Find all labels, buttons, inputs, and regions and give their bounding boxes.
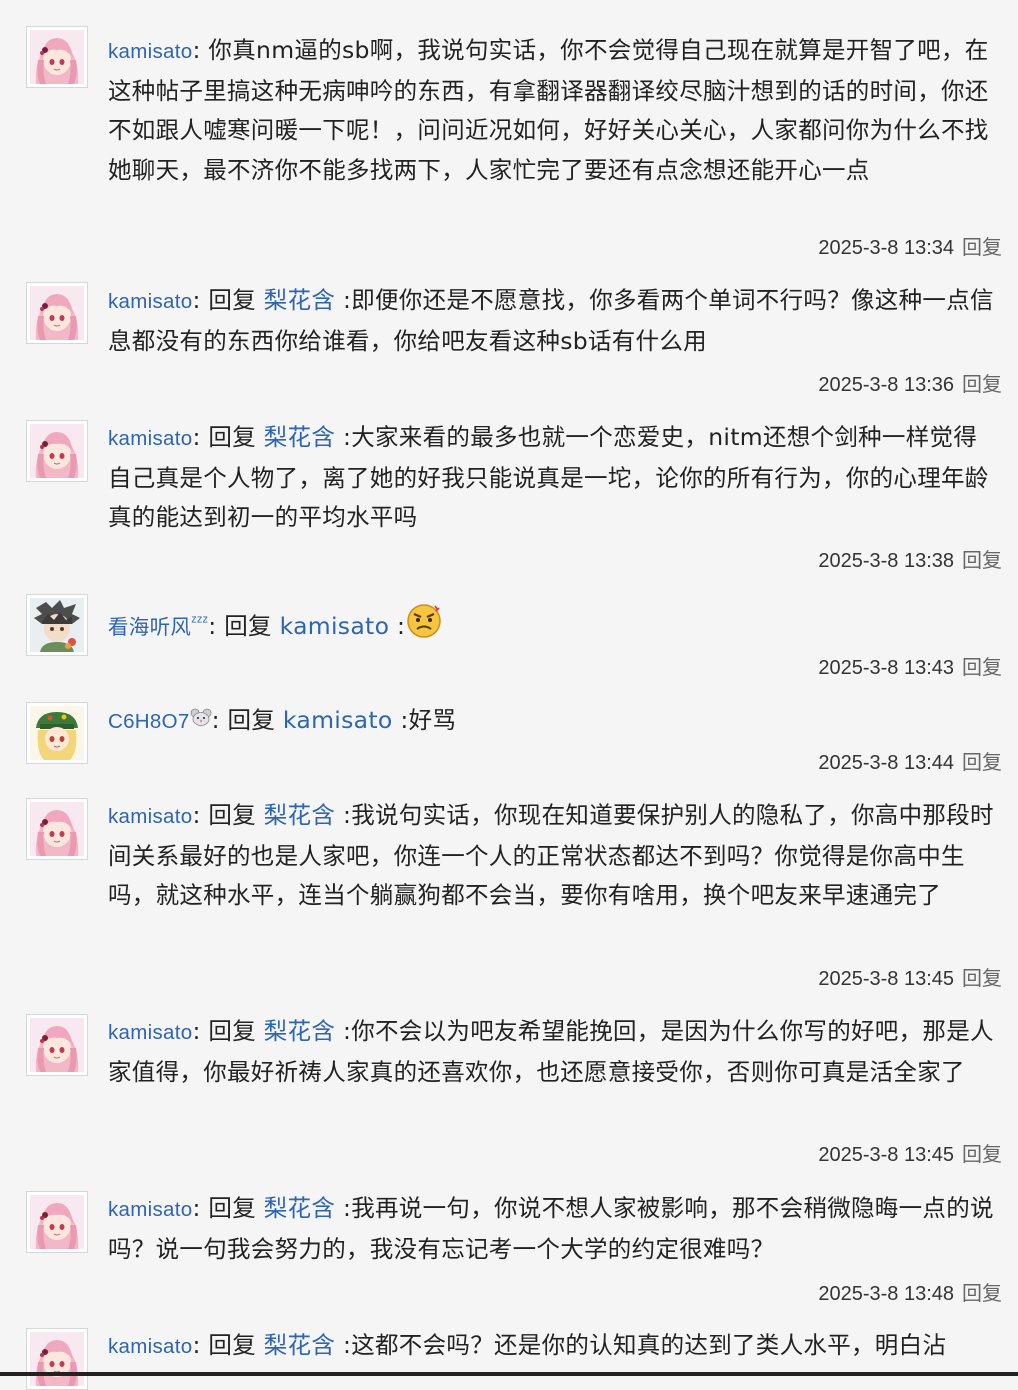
- separator: :: [211, 706, 220, 734]
- avatar-image: [30, 706, 84, 760]
- comment-time: 2025-3-8 13:36: [818, 374, 954, 396]
- comment-body: kamisato: 回复 梨花含 :你不会以为吧友希望能挽回，是因为什么你写的好…: [108, 1012, 994, 1092]
- username-text: 看海听风: [108, 616, 192, 639]
- avatar-image: [30, 598, 84, 652]
- username-link[interactable]: C6H8O7: [108, 708, 212, 733]
- reply-prefix: 回复: [200, 1194, 264, 1222]
- comment-body: kamisato: 回复 梨花含 :我说句实话，你现在知道要保护别人的隐私了，你…: [108, 796, 994, 916]
- reply-target-link[interactable]: 梨花含: [264, 1331, 335, 1359]
- reply-button[interactable]: 回复: [962, 374, 1002, 396]
- reply-button[interactable]: 回复: [962, 1283, 1002, 1305]
- reply-target-link[interactable]: 梨花含: [264, 1017, 335, 1045]
- reply-prefix: 回复: [200, 423, 264, 451]
- comment-body: 看海听风ᶻᶻᶻ: 回复 kamisato :: [108, 602, 994, 653]
- comment-meta: 2025-3-8 13:36 回复: [818, 368, 1002, 397]
- username-link[interactable]: kamisato: [108, 805, 192, 828]
- comment-time: 2025-3-8 13:48: [818, 1283, 954, 1305]
- reply-button[interactable]: 回复: [962, 550, 1002, 572]
- avatar-image: [30, 424, 84, 478]
- comment-body: C6H8O7: 回复 kamisato :好骂: [108, 700, 994, 742]
- comment-text: 你真nm逼的sb啊，我说句实话，你不会觉得自己现在就算是开智了吧，在这种帖子里搞…: [108, 36, 989, 184]
- reply-target-link[interactable]: 梨花含: [264, 801, 335, 829]
- reply-button[interactable]: 回复: [962, 1144, 1002, 1166]
- comment-meta: 2025-3-8 13:45 回复: [818, 962, 1002, 991]
- avatar-image: [30, 1332, 84, 1386]
- separator: :: [192, 1194, 201, 1222]
- separator: :: [192, 36, 201, 64]
- comment-meta: 2025-3-8 13:45 回复: [818, 1138, 1002, 1167]
- comment-meta: 2025-3-8 13:48 回复: [818, 1277, 1002, 1306]
- reply-prefix: 回复: [216, 612, 280, 640]
- comment-text: :这都不会吗？还是你的认知真的达到了类人水平，明白沾: [335, 1331, 947, 1359]
- reply-button[interactable]: 回复: [962, 657, 1002, 679]
- comment-time: 2025-3-8 13:43: [818, 657, 954, 679]
- username-link[interactable]: kamisato: [108, 290, 192, 313]
- comment-body: kamisato: 回复 梨花含 :我再说一句，你说不想人家被影响，那不会稍微隐…: [108, 1189, 994, 1269]
- avatar[interactable]: [26, 26, 88, 88]
- reply-button[interactable]: 回复: [962, 237, 1002, 259]
- avatar[interactable]: [26, 1191, 88, 1253]
- reply-prefix: 回复: [219, 706, 283, 734]
- reply-target-link[interactable]: 梨花含: [264, 286, 335, 314]
- avatar-image: [30, 802, 84, 856]
- reply-prefix: 回复: [200, 286, 264, 314]
- separator: :: [192, 286, 201, 314]
- comment-body: kamisato: 回复 梨花含 :即便你还是不愿意找，你多看两个单词不行吗？像…: [108, 281, 994, 361]
- avatar-image: [30, 286, 84, 340]
- avatar[interactable]: [26, 702, 88, 764]
- comment-body: kamisato: 回复 梨花含 :这都不会吗？还是你的认知真的达到了类人水平，…: [108, 1326, 994, 1367]
- bottom-border: [0, 1372, 1018, 1376]
- mouse-emoji-icon: [190, 700, 212, 740]
- comment-meta: 2025-3-8 13:44 回复: [818, 746, 1002, 775]
- avatar[interactable]: [26, 594, 88, 656]
- reply-prefix: 回复: [200, 1017, 264, 1045]
- comment-body: kamisato: 你真nm逼的sb啊，我说句实话，你不会觉得自己现在就算是开智…: [108, 31, 994, 190]
- avatar[interactable]: [26, 1328, 88, 1390]
- angry-face-emoji-icon: [405, 602, 443, 653]
- avatar[interactable]: [26, 420, 88, 482]
- comment-meta: 2025-3-8 13:34 回复: [818, 231, 1002, 260]
- username-text: C6H8O7: [108, 710, 190, 733]
- reply-target-link[interactable]: kamisato: [280, 612, 390, 640]
- username-link[interactable]: kamisato: [108, 1335, 192, 1358]
- avatar[interactable]: [26, 282, 88, 344]
- separator: :: [192, 1017, 201, 1045]
- comment-meta: 2025-3-8 13:43 回复: [818, 651, 1002, 680]
- comment-body: kamisato: 回复 梨花含 :大家来看的最多也就一个恋爱史，nitm还想个…: [108, 418, 994, 538]
- username-decoration: ᶻᶻᶻ: [191, 613, 209, 630]
- comment-text: :: [389, 612, 406, 640]
- separator: :: [192, 1331, 201, 1359]
- comment-time: 2025-3-8 13:45: [818, 1144, 954, 1166]
- username-link[interactable]: kamisato: [108, 427, 192, 450]
- avatar[interactable]: [26, 1014, 88, 1076]
- avatar-image: [30, 1195, 84, 1249]
- username-link[interactable]: kamisato: [108, 1021, 192, 1044]
- username-link[interactable]: kamisato: [108, 40, 192, 63]
- reply-button[interactable]: 回复: [962, 752, 1002, 774]
- reply-target-link[interactable]: 梨花含: [264, 423, 335, 451]
- username-link[interactable]: 看海听风ᶻᶻᶻ: [108, 613, 209, 639]
- reply-target-link[interactable]: 梨花含: [264, 1194, 335, 1222]
- separator: :: [192, 423, 201, 451]
- comment-time: 2025-3-8 13:44: [818, 752, 954, 774]
- comment-time: 2025-3-8 13:34: [818, 237, 954, 259]
- comment-meta: 2025-3-8 13:38 回复: [818, 544, 1002, 573]
- avatar-image: [30, 1018, 84, 1072]
- comment-time: 2025-3-8 13:38: [818, 550, 954, 572]
- avatar[interactable]: [26, 798, 88, 860]
- reply-target-link[interactable]: kamisato: [283, 706, 393, 734]
- reply-prefix: 回复: [200, 801, 264, 829]
- separator: :: [192, 801, 201, 829]
- comment-time: 2025-3-8 13:45: [818, 968, 954, 990]
- username-link[interactable]: kamisato: [108, 1198, 192, 1221]
- avatar-image: [30, 30, 84, 84]
- reply-button[interactable]: 回复: [962, 968, 1002, 990]
- comment-text: :好骂: [392, 706, 457, 734]
- reply-prefix: 回复: [200, 1331, 264, 1359]
